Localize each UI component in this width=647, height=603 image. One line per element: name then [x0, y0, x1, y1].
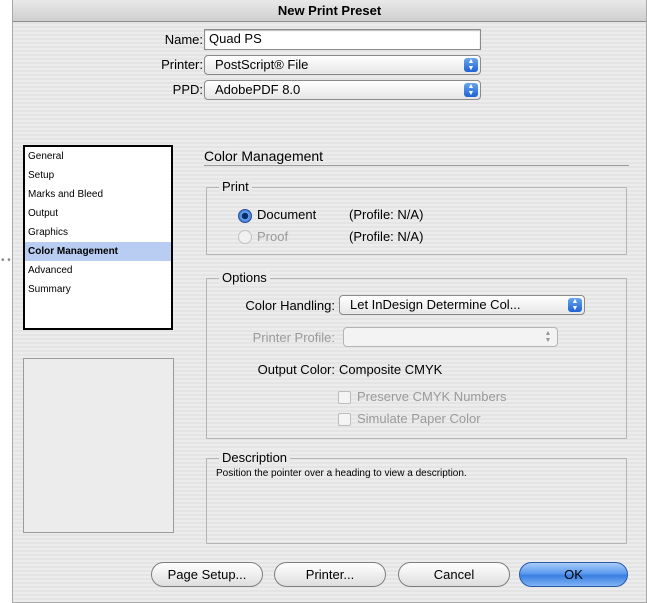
- ppd-label: PPD:: [172, 82, 203, 97]
- ppd-popup[interactable]: AdobePDF 8.0 ▲ ▼: [204, 80, 481, 100]
- description-text: Position the pointer over a heading to v…: [216, 468, 467, 479]
- color-handling-label: Color Handling:: [245, 298, 335, 313]
- simulate-paper-checkbox[interactable]: [338, 413, 351, 426]
- sidebar-item-general[interactable]: General: [25, 147, 171, 166]
- name-field[interactable]: Quad PS: [204, 29, 481, 50]
- panel-title-divider: [204, 165, 629, 166]
- ok-button[interactable]: OK: [519, 562, 628, 587]
- name-label: Name:: [164, 32, 203, 47]
- preview-box: [23, 358, 174, 533]
- printer-profile-label: Printer Profile:: [252, 330, 335, 345]
- preserve-cmyk-label: Preserve CMYK Numbers: [357, 389, 507, 404]
- preserve-cmyk-checkbox[interactable]: [338, 391, 351, 404]
- sidebar-item-marks-and-bleed[interactable]: Marks and Bleed: [25, 185, 171, 204]
- popup-arrows-icon: ▲ ▼: [464, 58, 478, 72]
- output-color-value: Composite CMYK: [339, 362, 443, 377]
- popup-arrows-icon: ▲ ▼: [544, 330, 552, 344]
- sidebar-item-advanced[interactable]: Advanced: [25, 261, 171, 280]
- options-group-title: Options: [219, 270, 270, 285]
- sidebar-item-summary[interactable]: Summary: [25, 280, 171, 299]
- document-radio[interactable]: [238, 209, 252, 223]
- panel-title: Color Management: [204, 148, 324, 164]
- dialog-window: New Print Preset Name: Quad PS Printer: …: [12, 0, 647, 603]
- popup-arrows-icon: ▲ ▼: [464, 83, 478, 97]
- output-color-label: Output Color:: [257, 362, 335, 377]
- printer-popup-value: PostScript® File: [215, 57, 309, 72]
- proof-radio-label: Proof: [257, 229, 289, 244]
- sidebar-item-setup[interactable]: Setup: [25, 166, 171, 185]
- sidebar-item-color-management[interactable]: Color Management: [25, 242, 171, 261]
- description-title: Description: [219, 450, 291, 465]
- printer-popup[interactable]: PostScript® File ▲ ▼: [204, 55, 481, 75]
- document-profile-text: (Profile: N/A): [349, 207, 424, 222]
- printer-label: Printer:: [161, 57, 203, 72]
- page-setup-button[interactable]: Page Setup...: [151, 562, 263, 587]
- proof-profile-text: (Profile: N/A): [349, 229, 424, 244]
- cancel-button[interactable]: Cancel: [398, 562, 510, 587]
- simulate-paper-label: Simulate Paper Color: [357, 411, 481, 426]
- ppd-popup-value: AdobePDF 8.0: [215, 82, 301, 97]
- splitter-grip: • •: [1, 255, 11, 266]
- sidebar-item-output[interactable]: Output: [25, 204, 171, 223]
- printer-button[interactable]: Printer...: [274, 562, 386, 587]
- window-title: New Print Preset: [13, 0, 646, 22]
- color-handling-value: Let InDesign Determine Col...: [350, 297, 521, 312]
- category-list: General Setup Marks and Bleed Output Gra…: [23, 145, 173, 330]
- proof-radio[interactable]: [238, 230, 252, 244]
- document-radio-label: Document: [257, 207, 317, 222]
- sidebar-item-graphics[interactable]: Graphics: [25, 223, 171, 242]
- printer-profile-popup[interactable]: ▲ ▼: [343, 327, 558, 347]
- color-handling-popup[interactable]: Let InDesign Determine Col... ▲ ▼: [339, 295, 585, 315]
- popup-arrows-icon: ▲ ▼: [568, 298, 582, 312]
- print-group-title: Print: [219, 179, 252, 194]
